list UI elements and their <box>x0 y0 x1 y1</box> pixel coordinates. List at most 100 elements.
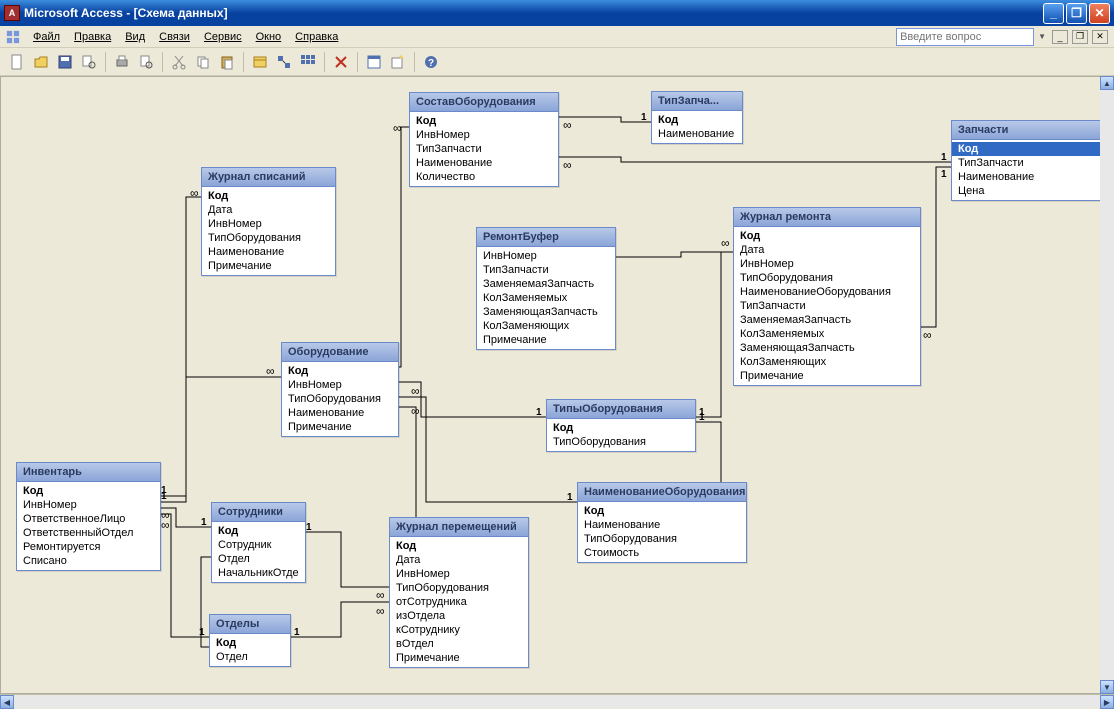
table-naimenovanie-oborudovaniya[interactable]: НаименованиеОборудования КодНаименование… <box>577 482 747 563</box>
field-item[interactable]: Наименование <box>578 518 746 532</box>
db-window-button[interactable] <box>363 51 385 73</box>
field-item[interactable]: Наименование <box>652 127 742 141</box>
field-item[interactable]: Примечание <box>390 651 528 665</box>
table-zhurnal-peremeshcheniy[interactable]: Журнал перемещений КодДатаИнвНомерТипОбо… <box>389 517 529 668</box>
field-item[interactable]: Код <box>734 229 920 243</box>
cut-button[interactable] <box>168 51 190 73</box>
field-item[interactable]: вОтдел <box>390 637 528 651</box>
field-item[interactable]: ИнвНомер <box>410 128 558 142</box>
field-item[interactable]: Код <box>390 539 528 553</box>
field-item[interactable]: Код <box>652 113 742 127</box>
field-item[interactable]: ОтветственныйОтдел <box>17 526 160 540</box>
open-button[interactable] <box>30 51 52 73</box>
table-remont-bufer[interactable]: РемонтБуфер ИнвНомерТипЗапчастиЗаменяема… <box>476 227 616 350</box>
mdi-restore-button[interactable]: ❐ <box>1072 30 1088 44</box>
field-item[interactable]: Примечание <box>282 420 398 434</box>
field-item[interactable]: ТипЗапчасти <box>410 142 558 156</box>
mdi-minimize-button[interactable]: _ <box>1052 30 1068 44</box>
field-item[interactable]: КолЗаменяемых <box>477 291 615 305</box>
new-button[interactable] <box>6 51 28 73</box>
field-item[interactable]: ОтветственноеЛицо <box>17 512 160 526</box>
field-item[interactable]: ИнвНомер <box>390 567 528 581</box>
relationships-canvas[interactable]: 1∞ 1∞ ∞1 ∞1 1∞ ∞1 ∞1 ∞1 ∞1 ∞1 1∞ 1∞ 1∞ 1… <box>0 76 1114 694</box>
field-item[interactable]: Примечание <box>734 369 920 383</box>
field-item[interactable]: Код <box>952 142 1110 156</box>
field-item[interactable]: Код <box>17 484 160 498</box>
print-button[interactable] <box>111 51 133 73</box>
minimize-button[interactable]: _ <box>1043 3 1064 24</box>
field-item[interactable]: Наименование <box>952 170 1110 184</box>
field-item[interactable]: Отдел <box>212 552 305 566</box>
field-item[interactable]: Списано <box>17 554 160 568</box>
field-item[interactable]: изОтдела <box>390 609 528 623</box>
table-tipy-oborudovaniya[interactable]: ТипыОборудования КодТипОборудования <box>546 399 696 452</box>
paste-button[interactable] <box>216 51 238 73</box>
show-direct-button[interactable] <box>273 51 295 73</box>
field-item[interactable]: НачальникОтде <box>212 566 305 580</box>
table-oborudovanie[interactable]: Оборудование КодИнвНомерТипОборудованияН… <box>281 342 399 437</box>
search-file-button[interactable] <box>78 51 100 73</box>
field-item[interactable]: ЗаменяющаяЗапчасть <box>734 341 920 355</box>
copy-button[interactable] <box>192 51 214 73</box>
field-item[interactable]: ТипОборудования <box>282 392 398 406</box>
field-item[interactable]: Дата <box>734 243 920 257</box>
field-item[interactable]: Стоимость <box>578 546 746 560</box>
table-zapchasti[interactable]: Запчасти КодТипЗапчастиНаименованиеЦена <box>951 120 1111 201</box>
field-item[interactable]: ИнвНомер <box>202 217 335 231</box>
field-item[interactable]: ТипЗапчасти <box>477 263 615 277</box>
field-item[interactable]: Код <box>410 114 558 128</box>
horizontal-scrollbar[interactable]: ◀ ▶ <box>0 694 1114 708</box>
delete-button[interactable] <box>330 51 352 73</box>
field-item[interactable]: отСотрудника <box>390 595 528 609</box>
menu-help[interactable]: Справка <box>288 29 345 45</box>
field-item[interactable]: ИнвНомер <box>17 498 160 512</box>
maximize-button[interactable]: ❐ <box>1066 3 1087 24</box>
field-item[interactable]: Наименование <box>282 406 398 420</box>
save-button[interactable] <box>54 51 76 73</box>
field-item[interactable]: Примечание <box>202 259 335 273</box>
field-item[interactable]: Цена <box>952 184 1110 198</box>
scroll-right-icon[interactable]: ▶ <box>1100 695 1114 709</box>
table-sotrudniki[interactable]: Сотрудники КодСотрудникОтделНачальникОтд… <box>211 502 306 583</box>
menu-relations[interactable]: Связи <box>152 29 197 45</box>
scroll-left-icon[interactable]: ◀ <box>0 695 14 709</box>
field-item[interactable]: ИнвНомер <box>734 257 920 271</box>
table-zhurnal-remonta[interactable]: Журнал ремонта КодДатаИнвНомерТипОборудо… <box>733 207 921 386</box>
field-item[interactable]: Код <box>547 421 695 435</box>
field-item[interactable]: ТипОборудования <box>390 581 528 595</box>
field-item[interactable]: Код <box>210 636 290 650</box>
show-table-button[interactable] <box>249 51 271 73</box>
mdi-close-button[interactable]: ✕ <box>1092 30 1108 44</box>
help-button[interactable]: ? <box>420 51 442 73</box>
field-item[interactable]: Сотрудник <box>212 538 305 552</box>
menu-service[interactable]: Сервис <box>197 29 249 45</box>
field-item[interactable]: ТипОборудования <box>578 532 746 546</box>
field-item[interactable]: Наименование <box>410 156 558 170</box>
field-item[interactable]: ТипОборудования <box>547 435 695 449</box>
table-otdely[interactable]: Отделы КодОтдел <box>209 614 291 667</box>
scroll-up-icon[interactable]: ▲ <box>1100 76 1114 90</box>
field-item[interactable]: ТипЗапчасти <box>952 156 1110 170</box>
field-item[interactable]: ЗаменяющаяЗапчасть <box>477 305 615 319</box>
table-tip-zapchasti[interactable]: ТипЗапча... КодНаименование <box>651 91 743 144</box>
print-preview-button[interactable] <box>135 51 157 73</box>
ask-question-input[interactable] <box>896 28 1034 46</box>
field-item[interactable]: Количество <box>410 170 558 184</box>
table-zhurnal-spisaniy[interactable]: Журнал списаний КодДатаИнвНомерТипОборуд… <box>201 167 336 276</box>
menu-edit[interactable]: Правка <box>67 29 118 45</box>
field-item[interactable]: КолЗаменяемых <box>734 327 920 341</box>
field-item[interactable]: ЗаменяемаяЗапчасть <box>477 277 615 291</box>
menu-window[interactable]: Окно <box>249 29 289 45</box>
field-item[interactable]: Отдел <box>210 650 290 664</box>
field-item[interactable]: КолЗаменяющих <box>477 319 615 333</box>
show-all-button[interactable] <box>297 51 319 73</box>
field-item[interactable]: Код <box>282 364 398 378</box>
field-item[interactable]: Дата <box>390 553 528 567</box>
scroll-down-icon[interactable]: ▼ <box>1100 680 1114 694</box>
field-item[interactable]: кСотруднику <box>390 623 528 637</box>
field-item[interactable]: ИнвНомер <box>477 249 615 263</box>
field-item[interactable]: Примечание <box>477 333 615 347</box>
menu-view[interactable]: Вид <box>118 29 152 45</box>
scroll-track[interactable] <box>1100 90 1114 680</box>
scroll-track[interactable] <box>14 695 1100 708</box>
